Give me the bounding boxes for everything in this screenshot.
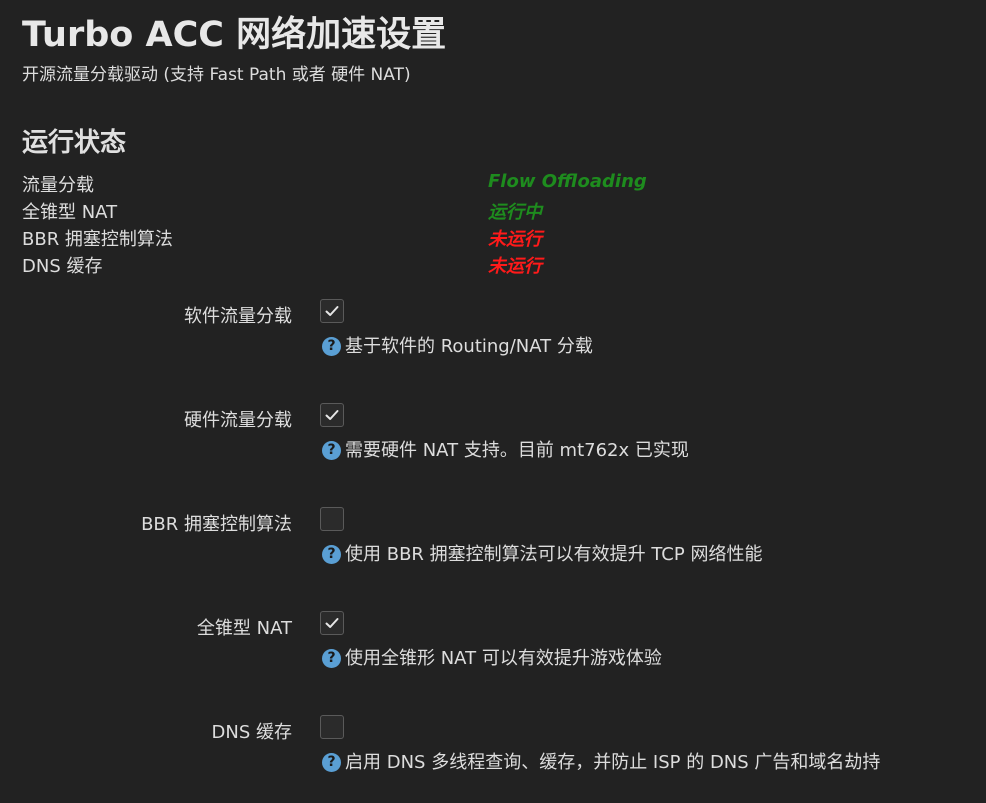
status-value: 运行中: [488, 202, 542, 223]
question-icon: ?: [322, 441, 341, 460]
question-icon: ?: [322, 753, 341, 772]
status-label: 流量分载: [22, 175, 94, 196]
checkmark-icon: [325, 306, 339, 316]
help-text: 启用 DNS 多线程查询、缓存，并防止 ISP 的 DNS 广告和域名劫持: [345, 752, 881, 773]
help-text: 基于软件的 Routing/NAT 分载: [345, 336, 593, 357]
option-label: DNS 缓存: [211, 722, 292, 743]
status-row-bbr: BBR 拥塞控制算法 未运行: [22, 225, 722, 252]
help-text: 需要硬件 NAT 支持。目前 mt762x 已实现: [345, 440, 689, 461]
status-section-title: 运行状态: [22, 128, 127, 158]
option-label: 软件流量分载: [184, 306, 292, 327]
option-label: 硬件流量分载: [184, 410, 292, 431]
help-text: 使用全锥形 NAT 可以有效提升游戏体验: [345, 648, 662, 669]
checkmark-icon: [325, 410, 339, 420]
option-help: ? 需要硬件 NAT 支持。目前 mt762x 已实现: [322, 436, 689, 462]
option-help: ? 基于软件的 Routing/NAT 分载: [322, 332, 593, 358]
page-title: Turbo ACC 网络加速设置: [22, 15, 447, 55]
bbr-checkbox[interactable]: [320, 507, 344, 531]
turbo-acc-page: Turbo ACC 网络加速设置 开源流量分载驱动 (支持 Fast Path …: [0, 0, 986, 803]
status-value: Flow Offloading: [488, 171, 647, 192]
help-text: 使用 BBR 拥塞控制算法可以有效提升 TCP 网络性能: [345, 544, 763, 565]
option-help: ? 使用全锥形 NAT 可以有效提升游戏体验: [322, 644, 662, 670]
question-icon: ?: [322, 649, 341, 668]
question-icon: ?: [322, 337, 341, 356]
status-value: 未运行: [488, 256, 542, 277]
option-bbr: BBR 拥塞控制算法 ? 使用 BBR 拥塞控制算法可以有效提升 TCP 网络性能: [0, 507, 986, 590]
checkmark-icon: [325, 618, 339, 628]
status-label: 全锥型 NAT: [22, 202, 118, 223]
status-row-dns-cache: DNS 缓存 未运行: [22, 252, 722, 279]
status-row-flow-offloading: 流量分载 Flow Offloading: [22, 171, 722, 198]
option-dns-cache: DNS 缓存 ? 启用 DNS 多线程查询、缓存，并防止 ISP 的 DNS 广告…: [0, 715, 986, 798]
option-sw-flow-offloading: 软件流量分载 ? 基于软件的 Routing/NAT 分载: [0, 299, 986, 382]
status-label: BBR 拥塞控制算法: [22, 229, 173, 250]
option-label: 全锥型 NAT: [196, 618, 292, 639]
option-fullcone-nat: 全锥型 NAT ? 使用全锥形 NAT 可以有效提升游戏体验: [0, 611, 986, 694]
dns-cache-checkbox[interactable]: [320, 715, 344, 739]
question-icon: ?: [322, 545, 341, 564]
status-row-fullcone-nat: 全锥型 NAT 运行中: [22, 198, 722, 225]
option-hw-flow-offloading: 硬件流量分载 ? 需要硬件 NAT 支持。目前 mt762x 已实现: [0, 403, 986, 486]
status-label: DNS 缓存: [22, 256, 103, 277]
page-description: 开源流量分载驱动 (支持 Fast Path 或者 硬件 NAT): [22, 65, 411, 85]
status-value: 未运行: [488, 229, 542, 250]
fullcone-nat-checkbox[interactable]: [320, 611, 344, 635]
option-label: BBR 拥塞控制算法: [141, 514, 292, 535]
option-help: ? 启用 DNS 多线程查询、缓存，并防止 ISP 的 DNS 广告和域名劫持: [322, 748, 880, 774]
sw-flow-offloading-checkbox[interactable]: [320, 299, 344, 323]
option-help: ? 使用 BBR 拥塞控制算法可以有效提升 TCP 网络性能: [322, 540, 762, 566]
hw-flow-offloading-checkbox[interactable]: [320, 403, 344, 427]
